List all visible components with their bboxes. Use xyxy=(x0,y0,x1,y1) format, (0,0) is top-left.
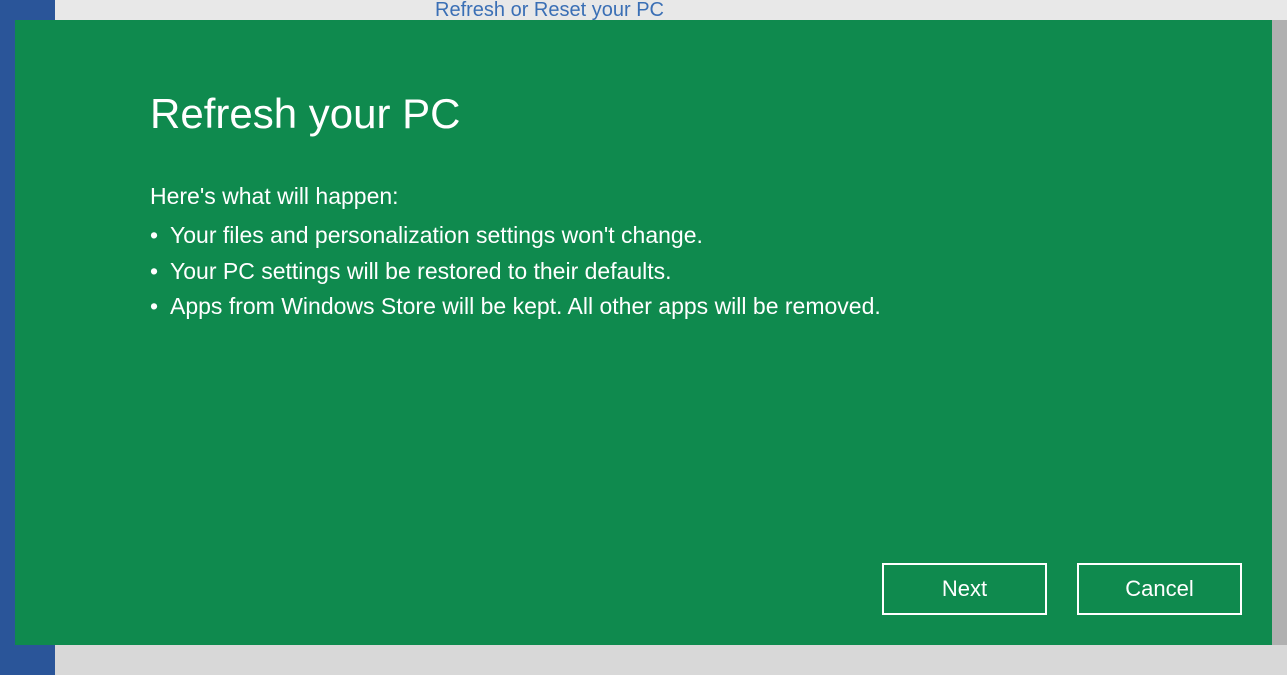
next-button[interactable]: Next xyxy=(882,563,1047,615)
cancel-button[interactable]: Cancel xyxy=(1077,563,1242,615)
background-header-text: Refresh or Reset your PC xyxy=(435,0,664,20)
button-row: Next Cancel xyxy=(882,563,1242,615)
background-header: Refresh or Reset your PC xyxy=(55,0,1287,20)
modal-title: Refresh your PC xyxy=(150,90,1137,138)
modal-intro-text: Here's what will happen: xyxy=(150,183,1137,210)
background-bottom-bar xyxy=(55,645,1287,675)
bullet-item: Your PC settings will be restored to the… xyxy=(150,254,1137,290)
bullet-list: Your files and personalization settings … xyxy=(150,218,1137,325)
refresh-pc-modal: Refresh your PC Here's what will happen:… xyxy=(15,20,1272,645)
bullet-item: Apps from Windows Store will be kept. Al… xyxy=(150,289,1137,325)
bullet-item: Your files and personalization settings … xyxy=(150,218,1137,254)
